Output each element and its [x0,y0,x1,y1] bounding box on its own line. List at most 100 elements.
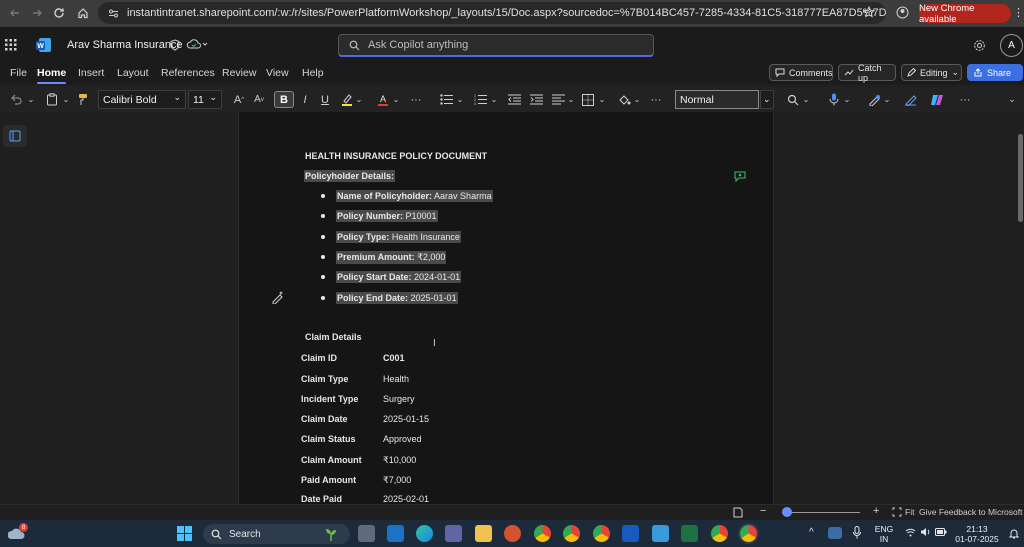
zoom-out-button[interactable]: − [760,505,766,517]
decrease-indent-icon[interactable] [506,91,522,108]
underline-button[interactable]: U [318,91,332,108]
cloud-saved-icon[interactable] [186,39,208,51]
battery-icon[interactable] [935,527,947,537]
chevron-up-icon[interactable]: ^ [809,527,814,538]
comment-indicator-icon[interactable] [734,171,746,182]
comments-button[interactable]: Comments [769,64,833,81]
zoom-slider-handle[interactable] [782,507,792,517]
rewrite-with-copilot-icon[interactable] [271,290,285,304]
align-dropdown-icon[interactable]: ⌄ [567,91,575,108]
more-commands-icon[interactable]: ··· [957,91,973,108]
chrome-icon[interactable] [534,525,551,542]
sensitivity-dropdown-icon[interactable]: ⌄ [883,91,891,108]
bullets-icon[interactable] [438,91,454,108]
italic-button[interactable]: I [298,91,312,108]
forward-icon[interactable] [26,2,48,24]
undo-icon[interactable] [8,91,24,108]
profile-icon[interactable] [896,6,909,19]
zoom-in-button[interactable]: + [873,505,879,517]
paste-clipboard-icon[interactable] [44,91,60,108]
tab-insert[interactable]: Insert [78,67,104,79]
more-paragraph-options-icon[interactable]: ··· [648,91,664,108]
home-icon[interactable] [72,2,94,24]
notepad-icon[interactable] [652,525,669,542]
document-page[interactable]: HEALTH INSURANCE POLICY DOCUMENT Policyh… [238,112,774,504]
shading-icon[interactable] [616,91,632,108]
chrome-icon[interactable] [563,525,580,542]
shrink-font-icon[interactable]: Av [252,91,266,108]
address-bar[interactable]: instantintranet.sharepoint.com/:w:/r/sit… [98,2,886,24]
navigation-pane-button[interactable] [3,125,27,147]
task-view-icon[interactable] [358,525,375,542]
language-indicator[interactable]: ENG IN [873,524,895,544]
chrome-icon[interactable] [711,525,728,542]
reload-icon[interactable] [48,2,70,24]
shading-dropdown-icon[interactable]: ⌄ [633,91,641,108]
user-avatar[interactable]: A [1000,34,1023,57]
powerpoint-icon[interactable] [504,525,521,542]
bullets-dropdown-icon[interactable]: ⌄ [456,91,464,108]
dictate-microphone-icon[interactable] [826,91,842,108]
font-name-select[interactable]: Calibri Bold ⌄ [98,90,186,109]
clock[interactable]: 21:13 01-07-2025 [953,524,1001,544]
font-size-select[interactable]: 11 ⌄ [188,90,222,109]
editor-icon[interactable] [902,91,918,108]
font-color-icon[interactable]: A [376,91,390,108]
volume-icon[interactable] [920,527,931,537]
editing-mode-button[interactable]: Editing ⌄ [901,64,962,81]
zoom-slider[interactable] [782,512,860,513]
bookmark-star-icon[interactable] [863,6,875,18]
numbering-icon[interactable]: 123 [472,91,488,108]
feedback-link[interactable]: Give Feedback to Microsoft [919,507,1022,517]
page-view-icon[interactable] [733,507,743,518]
borders-dropdown-icon[interactable]: ⌄ [598,91,606,108]
undo-dropdown-icon[interactable]: ⌄ [26,91,36,108]
catch-up-button[interactable]: Catch up [838,63,896,83]
share-button[interactable]: Share [967,64,1023,81]
increase-indent-icon[interactable] [528,91,544,108]
copilot-search-input[interactable]: Ask Copilot anything [338,34,654,57]
excel-icon[interactable] [681,525,698,542]
sensitivity-icon[interactable] [866,91,882,108]
site-info-icon[interactable] [108,8,119,19]
tab-references[interactable]: References [161,67,215,79]
notification-bell-icon[interactable] [1009,528,1019,539]
microphone-icon[interactable] [853,526,861,539]
vertical-scrollbar[interactable] [1018,134,1023,222]
bold-button[interactable]: B [274,91,294,108]
more-font-options-icon[interactable]: ··· [408,91,424,108]
highlight-dropdown-icon[interactable]: ⌄ [355,91,363,108]
grow-font-icon[interactable]: A ^ [232,91,246,108]
chrome-icon[interactable] [593,525,610,542]
sensitivity-shield-icon[interactable] [169,39,181,51]
app-launcher-icon[interactable] [5,39,17,51]
align-icon[interactable] [550,91,566,108]
tab-help[interactable]: Help [302,67,324,79]
highlight-color-icon[interactable] [340,91,354,108]
find-dropdown-icon[interactable]: ⌄ [802,91,810,108]
more-options-icon[interactable]: ⋮ [1013,6,1024,19]
dictate-dropdown-icon[interactable]: ⌄ [843,91,851,108]
document-title[interactable]: Arav Sharma Insurance [67,39,183,51]
collapse-ribbon-icon[interactable]: ⌄ [1005,91,1019,108]
tab-view[interactable]: View [266,67,289,79]
file-explorer-icon[interactable] [475,525,492,542]
word-taskbar-icon[interactable] [622,525,639,542]
outlook-icon[interactable] [387,525,404,542]
find-icon[interactable] [785,91,801,108]
tab-layout[interactable]: Layout [117,67,149,79]
paste-dropdown-icon[interactable]: ⌄ [61,91,71,108]
copilot-icon[interactable] [928,91,946,108]
numbering-dropdown-icon[interactable]: ⌄ [490,91,498,108]
tab-file[interactable]: File [10,67,27,79]
style-dropdown-icon[interactable]: ⌄ [760,90,774,109]
style-select[interactable]: Normal [675,90,759,109]
start-windows-icon[interactable] [177,526,192,541]
tab-home[interactable]: Home [37,67,67,84]
format-painter-icon[interactable] [76,91,90,108]
tab-review[interactable]: Review [222,67,256,79]
wifi-icon[interactable] [905,528,916,537]
chrome-active-icon[interactable] [740,525,757,542]
tray-app-icon[interactable] [828,527,842,539]
taskbar-search-box[interactable]: Search [203,524,350,544]
